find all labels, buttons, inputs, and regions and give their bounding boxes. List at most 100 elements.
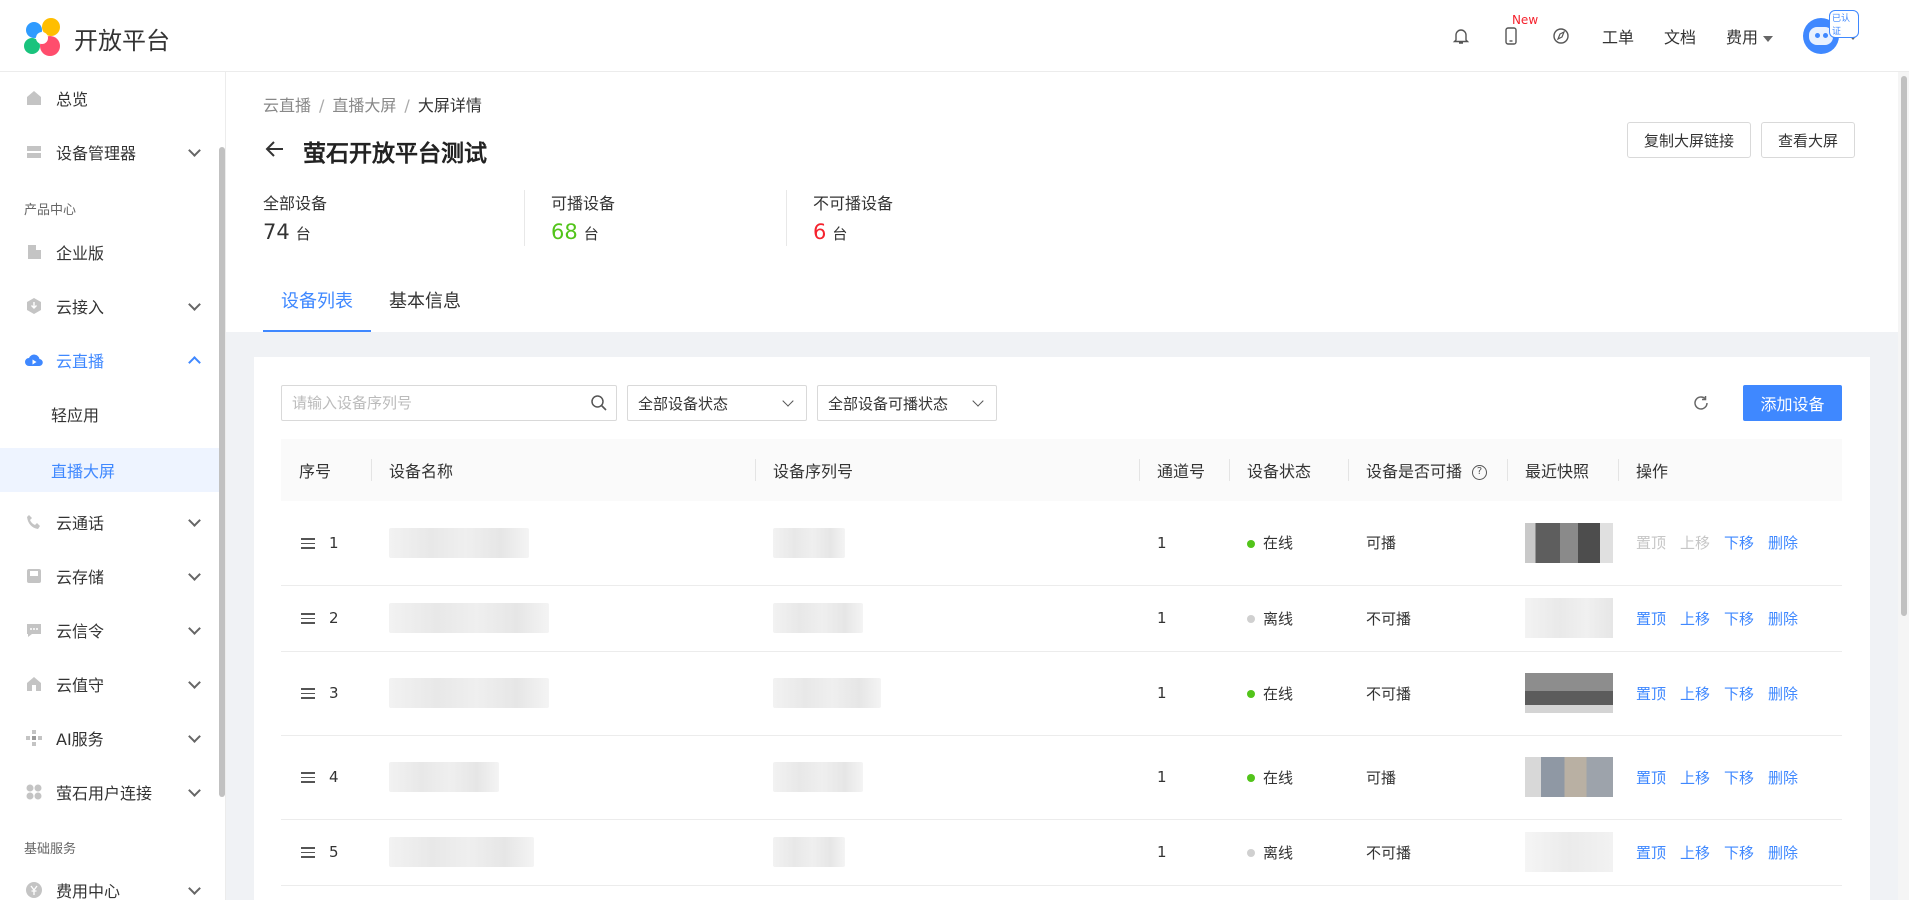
compass-icon[interactable] [1550, 25, 1572, 47]
snapshot-thumbnail[interactable] [1525, 522, 1613, 563]
delete-link[interactable]: 删除 [1768, 769, 1798, 787]
sidebar-item-billing-center[interactable]: 费用中心 [0, 870, 219, 900]
status-dot-icon [1247, 849, 1255, 857]
breadcrumb-current: 大屏详情 [417, 96, 482, 115]
redacted-serial [773, 837, 845, 867]
move-down-link[interactable]: 下移 [1724, 534, 1754, 552]
sidebar-item-label: 萤石用户连接 [56, 784, 153, 803]
cell-index: 4 [281, 735, 371, 820]
sidebar-item-label: 费用中心 [56, 882, 121, 900]
top-bar: 开放平台 New 工单 文档 费用 已认证 [0, 0, 1909, 72]
snapshot-thumbnail[interactable] [1525, 832, 1613, 872]
back-arrow-icon[interactable] [264, 138, 290, 164]
tab-basic-info[interactable]: 基本信息 [371, 282, 479, 332]
cell-actions: 置顶 上移 下移 删除 [1618, 651, 1842, 736]
col-name: 设备名称 [371, 439, 755, 501]
add-device-button[interactable]: 添加设备 [1743, 385, 1842, 421]
sidebar-item-user-connect[interactable]: 萤石用户连接 [0, 772, 219, 812]
col-serial: 设备序列号 [755, 439, 1139, 501]
connect-icon [24, 782, 44, 802]
storage-icon [24, 566, 44, 586]
breadcrumb-cloud-live[interactable]: 云直播 [263, 96, 311, 115]
search-icon[interactable] [590, 394, 608, 416]
user-menu[interactable]: 已认证 [1803, 10, 1859, 54]
col-index: 序号 [281, 439, 371, 501]
sidebar-scrollbar[interactable] [219, 147, 225, 797]
move-up-link[interactable]: 上移 [1680, 844, 1710, 862]
snapshot-thumbnail[interactable] [1525, 757, 1613, 797]
drag-handle-icon[interactable] [301, 685, 315, 702]
device-status-select[interactable]: 全部设备状态 [627, 385, 807, 421]
sidebar-item-device-manager[interactable]: 设备管理器 [0, 132, 219, 172]
move-up-link[interactable]: 上移 [1680, 534, 1710, 552]
sidebar-item-cloud-access[interactable]: 云接入 [0, 286, 219, 326]
view-screen-button[interactable]: 查看大屏 [1761, 122, 1856, 158]
move-down-link[interactable]: 下移 [1724, 685, 1754, 703]
docs-link[interactable]: 文档 [1664, 24, 1696, 48]
top-actions: New 工单 文档 费用 已认证 [1422, 0, 1859, 72]
snapshot-thumbnail[interactable] [1525, 673, 1613, 713]
move-up-link[interactable]: 上移 [1680, 685, 1710, 703]
search-box [281, 385, 617, 421]
logo[interactable]: 开放平台 [24, 18, 170, 58]
snapshot-thumbnail[interactable] [1525, 598, 1613, 638]
pin-top-link[interactable]: 置顶 [1636, 610, 1666, 628]
tab-device-list[interactable]: 设备列表 [263, 282, 371, 332]
move-up-link[interactable]: 上移 [1680, 769, 1710, 787]
billing-label: 费用 [1725, 28, 1758, 47]
cell-playable: 可播 [1348, 501, 1507, 586]
delete-link[interactable]: 删除 [1768, 534, 1798, 552]
chevron-down-icon [188, 622, 201, 635]
cell-status: 在线 [1229, 501, 1348, 586]
cell-index: 3 [281, 651, 371, 736]
mobile-icon[interactable]: New [1500, 13, 1538, 47]
drag-handle-icon[interactable] [301, 769, 315, 786]
cell-actions: 置顶 上移 下移 删除 [1618, 501, 1842, 586]
move-down-link[interactable]: 下移 [1724, 844, 1754, 862]
device-list-card: 全部设备状态 全部设备可播状态 添加设备 序号 设备名称 设备序列号 通道号 设… [254, 357, 1870, 900]
sidebar-item-light-app[interactable]: 轻应用 [0, 394, 219, 434]
drag-handle-icon[interactable] [301, 844, 315, 861]
work-order-link[interactable]: 工单 [1602, 24, 1634, 48]
sidebar-item-overview[interactable]: 总览 [0, 78, 219, 118]
bell-icon[interactable] [1450, 25, 1472, 47]
sidebar-item-cloud-call[interactable]: 云通话 [0, 502, 219, 542]
sidebar-item-cloud-signal[interactable]: 云信令 [0, 610, 219, 650]
move-down-link[interactable]: 下移 [1724, 769, 1754, 787]
pin-top-link[interactable]: 置顶 [1636, 534, 1666, 552]
sidebar-item-cloud-live[interactable]: 云直播 [0, 340, 219, 380]
drag-handle-icon[interactable] [301, 535, 315, 552]
sidebar-item-live-screen[interactable]: 直播大屏 [0, 448, 219, 492]
sidebar-item-ai-service[interactable]: AI服务 [0, 718, 219, 758]
search-input[interactable] [292, 387, 582, 419]
status-dot-icon [1247, 690, 1255, 698]
drag-handle-icon[interactable] [301, 610, 315, 627]
ai-icon [24, 728, 44, 748]
page-scrollbar[interactable] [1898, 72, 1909, 900]
move-down-link[interactable]: 下移 [1724, 610, 1754, 628]
playable-status-select[interactable]: 全部设备可播状态 [817, 385, 997, 421]
cell-status: 在线 [1229, 651, 1348, 736]
sidebar-item-label: 云接入 [56, 298, 105, 317]
copy-link-button[interactable]: 复制大屏链接 [1627, 122, 1752, 158]
cell-actions: 置顶 上移 下移 删除 [1618, 585, 1842, 652]
sidebar-item-cloud-guard[interactable]: 云值守 [0, 664, 219, 704]
help-icon[interactable]: ? [1472, 465, 1488, 480]
chevron-down-icon [188, 676, 201, 689]
billing-menu[interactable]: 费用 [1726, 24, 1773, 48]
cell-name [371, 735, 755, 820]
pin-top-link[interactable]: 置顶 [1636, 844, 1666, 862]
move-up-link[interactable]: 上移 [1680, 610, 1710, 628]
pin-top-link[interactable]: 置顶 [1636, 685, 1666, 703]
delete-link[interactable]: 删除 [1768, 610, 1798, 628]
cell-status: 离线 [1229, 585, 1348, 652]
sidebar-item-cloud-storage[interactable]: 云存储 [0, 556, 219, 596]
cell-index: 1 [281, 501, 371, 586]
sidebar-item-enterprise[interactable]: 企业版 [0, 232, 219, 272]
delete-link[interactable]: 删除 [1768, 685, 1798, 703]
delete-link[interactable]: 删除 [1768, 844, 1798, 862]
breadcrumb-live-screen[interactable]: 直播大屏 [332, 96, 396, 115]
redacted-name [389, 837, 534, 867]
pin-top-link[interactable]: 置顶 [1636, 769, 1666, 787]
refresh-icon[interactable] [1692, 394, 1712, 414]
